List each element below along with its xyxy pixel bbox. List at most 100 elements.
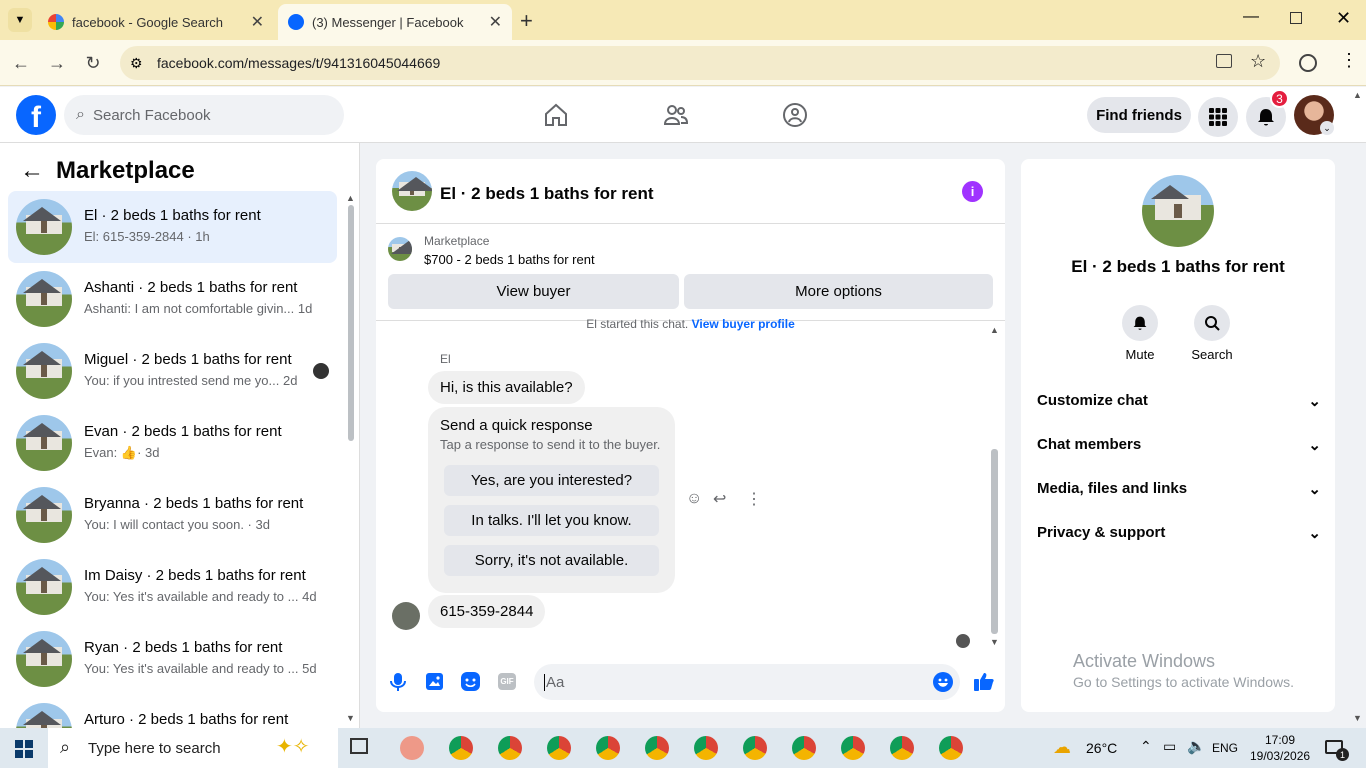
chrome-icon[interactable] [645, 736, 669, 760]
chrome-icon[interactable] [841, 736, 865, 760]
chat-avatar[interactable] [392, 171, 432, 211]
conversation-item[interactable]: Evan · 2 beds 1 baths for rent Evan: 👍· … [8, 407, 337, 479]
scroll-down-icon[interactable]: ▼ [346, 713, 355, 723]
install-icon[interactable] [1216, 54, 1232, 68]
account-chevron-icon[interactable]: ⌄ [1320, 121, 1334, 135]
minimize-button[interactable]: — [1243, 8, 1259, 26]
microphone-icon[interactable] [390, 672, 406, 692]
tab-google-search[interactable]: facebook - Google Search ✕ [38, 4, 274, 40]
sticker-icon[interactable] [461, 672, 480, 691]
quick-response-subtitle: Tap a response to send it to the buyer. [440, 437, 661, 452]
find-friends-button[interactable]: Find friends [1087, 97, 1191, 133]
search-in-chat-button[interactable]: Search [1182, 305, 1242, 362]
close-window-button[interactable]: ✕ [1336, 8, 1351, 29]
quick-response-button[interactable]: Sorry, it's not available. [444, 545, 659, 576]
quick-response-button[interactable]: Yes, are you interested? [444, 465, 659, 496]
back-button[interactable]: ← [8, 50, 34, 76]
google-icon [48, 14, 64, 30]
chrome-icon[interactable] [596, 736, 620, 760]
windows-start-icon[interactable] [15, 740, 33, 758]
profile-icon[interactable] [1299, 54, 1317, 72]
search-icon [1194, 305, 1230, 341]
chat-scrollbar[interactable] [991, 449, 998, 634]
menu-icon[interactable]: ⋮ [1340, 50, 1358, 71]
weather-temp[interactable]: 26°C [1086, 740, 1117, 756]
chrome-icon[interactable] [694, 736, 718, 760]
chrome-icon[interactable] [449, 736, 473, 760]
quick-response-button[interactable]: In talks. I'll let you know. [444, 505, 659, 536]
reply-icon[interactable]: ↩ [713, 489, 726, 509]
conversation-item[interactable]: Im Daisy · 2 beds 1 baths for rent You: … [8, 551, 337, 623]
app-icon[interactable] [400, 736, 424, 760]
like-icon[interactable] [973, 670, 995, 692]
emoji-icon[interactable] [933, 672, 953, 692]
chrome-icon[interactable] [939, 736, 963, 760]
tab-list-dropdown[interactable]: ▼ [8, 8, 32, 32]
chat-details-panel: El · 2 beds 1 baths for rent Mute Search… [1021, 159, 1335, 712]
scrollbar[interactable] [348, 205, 354, 441]
tray-chevron-icon[interactable]: ⌃ [1140, 738, 1152, 755]
friends-icon[interactable] [662, 101, 690, 129]
close-tab-icon[interactable]: ✕ [251, 12, 264, 32]
conversation-item[interactable]: Miguel · 2 beds 1 baths for rent You: if… [8, 335, 337, 407]
page-scroll-down-icon[interactable]: ▼ [1353, 713, 1362, 723]
mute-button[interactable]: Mute [1110, 305, 1170, 362]
chrome-icon[interactable] [547, 736, 571, 760]
chevron-down-icon: ⌄ [1308, 525, 1321, 542]
conversation-item[interactable]: El · 2 beds 1 baths for rent El: 615-359… [8, 191, 337, 263]
new-tab-button[interactable]: + [520, 8, 533, 34]
conversation-item[interactable]: Arturo · 2 beds 1 baths for rent [8, 695, 337, 728]
close-tab-icon[interactable]: ✕ [489, 12, 502, 32]
reload-button[interactable]: ↻ [80, 50, 106, 76]
media-files-links-section[interactable]: Media, files and links ⌄ [1037, 480, 1321, 498]
chat-members-section[interactable]: Chat members ⌄ [1037, 436, 1321, 454]
network-icon[interactable]: ▭ [1163, 738, 1176, 755]
tab-messenger[interactable]: (3) Messenger | Facebook ✕ [278, 4, 512, 40]
restore-button[interactable] [1290, 12, 1302, 24]
site-info-icon[interactable]: ⚙ [130, 55, 143, 72]
chrome-icon[interactable] [890, 736, 914, 760]
search-input[interactable]: ⌕ Search Facebook [64, 95, 344, 135]
details-title: El · 2 beds 1 baths for rent [1071, 257, 1285, 276]
message-input[interactable]: Aa [534, 664, 960, 700]
activate-windows-watermark: Activate Windows Go to Settings to activ… [1073, 651, 1294, 690]
menu-grid-button[interactable] [1198, 97, 1238, 137]
task-view-icon[interactable] [350, 738, 368, 754]
privacy-support-section[interactable]: Privacy & support ⌄ [1037, 524, 1321, 542]
conversation-item[interactable]: Bryanna · 2 beds 1 baths for rent You: I… [8, 479, 337, 551]
conversation-item[interactable]: Ashanti · 2 beds 1 baths for rent Ashant… [8, 263, 337, 335]
customize-chat-section[interactable]: Customize chat ⌄ [1037, 392, 1321, 410]
more-actions-icon[interactable]: ⋮ [746, 489, 762, 509]
listing-thumbnail [16, 199, 72, 255]
page-scroll-up-icon[interactable]: ▲ [1353, 90, 1362, 100]
view-buyer-profile-link[interactable]: View buyer profile [692, 317, 795, 331]
scroll-up-icon[interactable]: ▲ [990, 325, 999, 335]
forward-button[interactable]: → [44, 50, 70, 76]
omnibox[interactable]: ⚙ facebook.com/messages/t/94131604504466… [120, 46, 1280, 80]
weather-icon[interactable]: ☁ [1053, 737, 1071, 758]
chrome-icon[interactable] [498, 736, 522, 760]
photo-icon[interactable] [426, 673, 443, 690]
conversation-name: Arturo · 2 beds 1 baths for rent [84, 711, 289, 728]
gif-icon[interactable]: GIF [498, 673, 516, 690]
scroll-down-icon[interactable]: ▼ [990, 637, 999, 647]
facebook-logo[interactable]: f [16, 95, 56, 135]
view-buyer-button[interactable]: View buyer [388, 274, 679, 309]
home-icon[interactable] [542, 101, 570, 129]
mute-label: Mute [1125, 347, 1155, 362]
bookmark-star-icon[interactable]: ☆ [1250, 51, 1266, 72]
more-options-button[interactable]: More options [684, 274, 993, 309]
groups-icon[interactable] [781, 101, 809, 129]
react-icon[interactable]: ☺ [686, 490, 702, 508]
notification-center-badge: 1 [1336, 748, 1349, 761]
info-icon[interactable]: i [962, 181, 983, 202]
chrome-icon[interactable] [743, 736, 767, 760]
back-arrow-icon[interactable]: ← [20, 157, 44, 185]
conversation-item[interactable]: Ryan · 2 beds 1 baths for rent You: Yes … [8, 623, 337, 695]
language-indicator[interactable]: ENG [1212, 741, 1238, 755]
taskbar-search-input[interactable]: ⌕ Type here to search ✦✧ [48, 728, 338, 768]
chrome-icon[interactable] [792, 736, 816, 760]
scroll-up-icon[interactable]: ▲ [346, 193, 355, 203]
volume-icon[interactable]: 🔈 [1187, 737, 1206, 755]
clock[interactable]: 17:09 19/03/2026 [1250, 732, 1310, 764]
